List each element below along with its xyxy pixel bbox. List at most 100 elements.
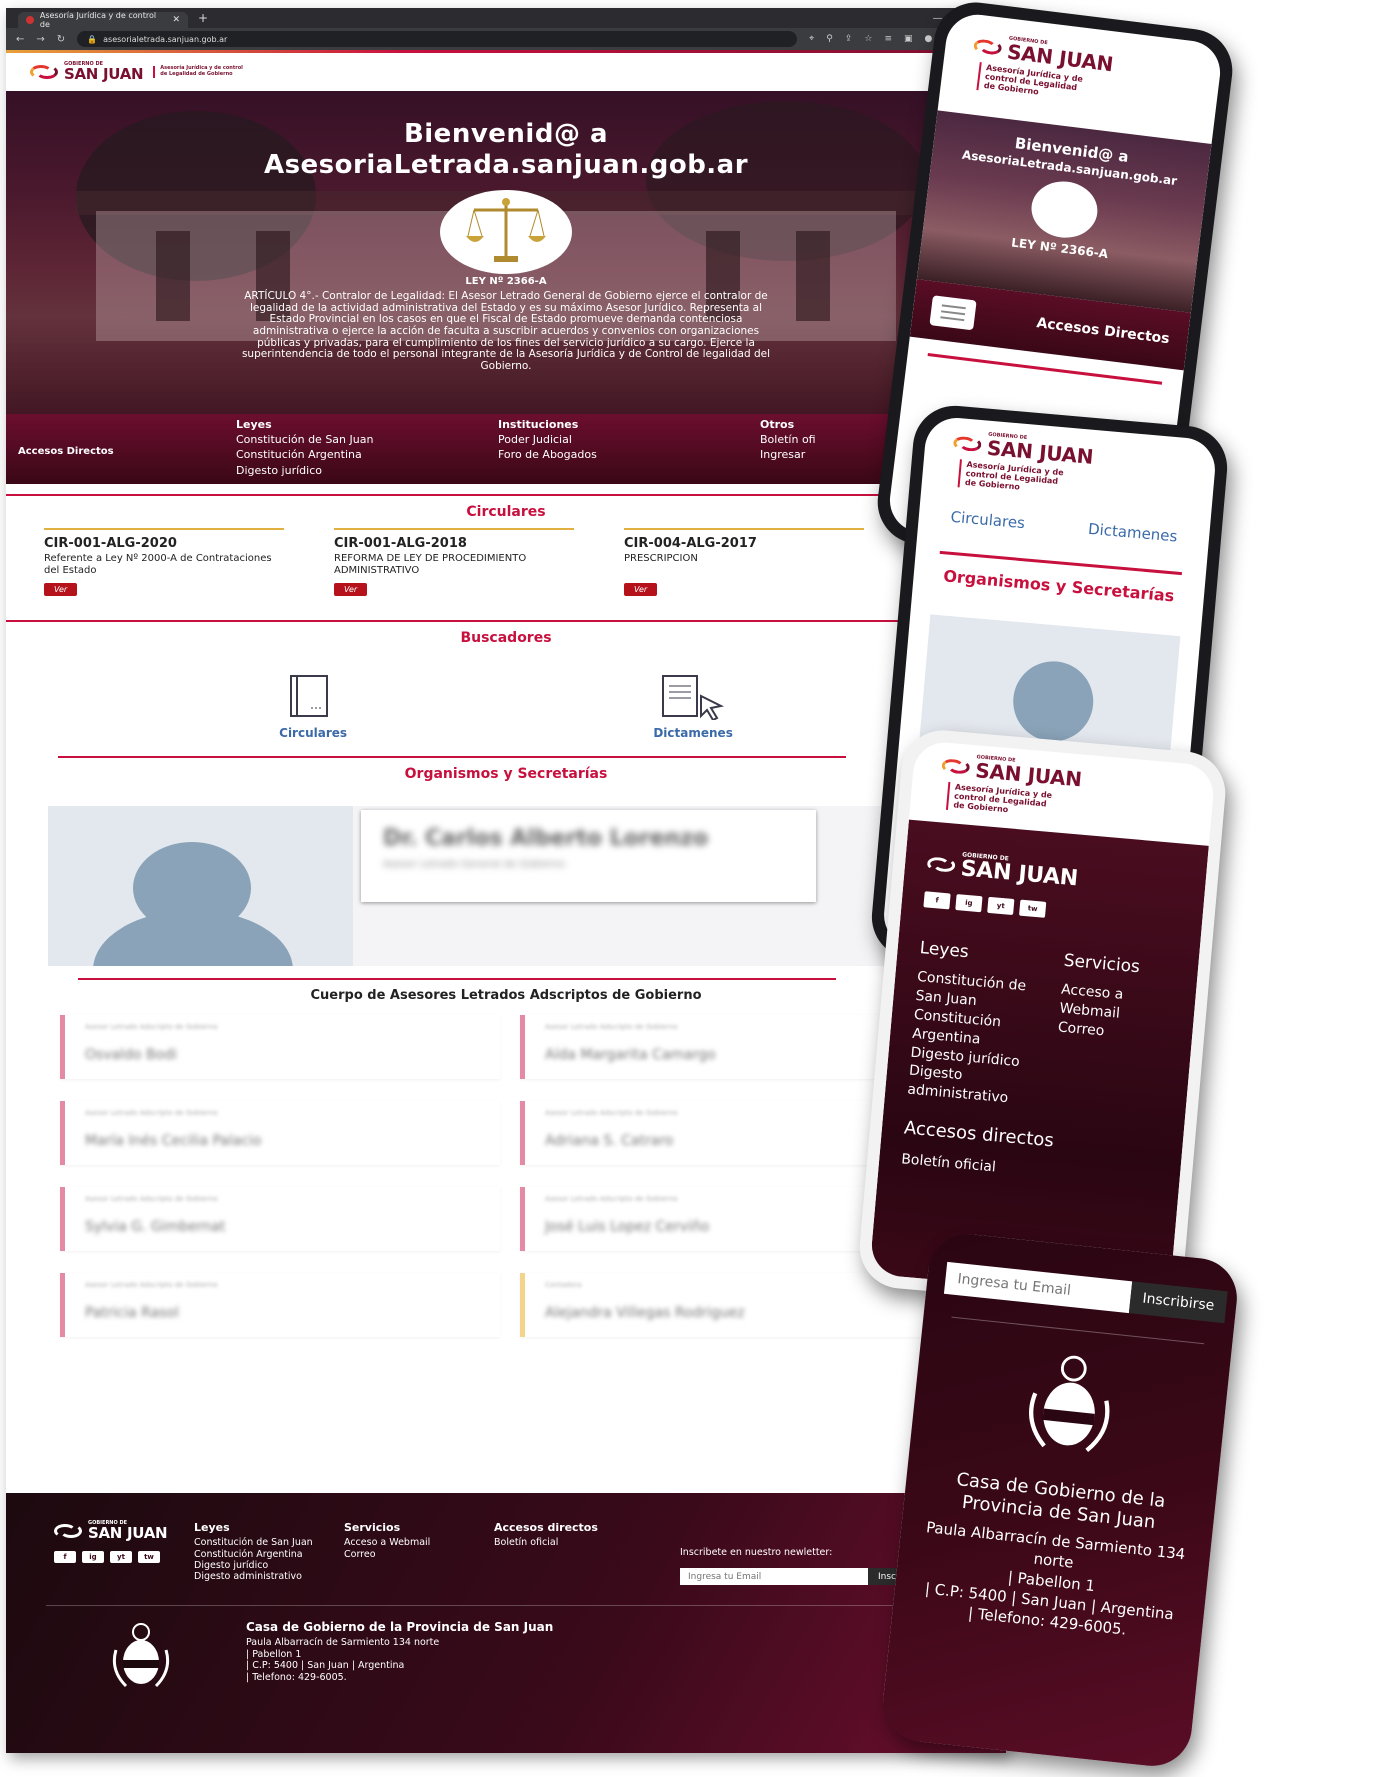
mobile-footer-servicios: Servicios Acceso a Webmail Correo	[1050, 950, 1178, 1123]
twitch-icon[interactable]: tw	[138, 1551, 160, 1563]
ver-button[interactable]: Ver	[44, 583, 78, 596]
browser-tab[interactable]: Asesoría Jurídica y de control de ✕	[18, 11, 188, 29]
asesor-name: Patricia Rasol	[85, 1305, 179, 1321]
youtube-icon[interactable]: yt	[110, 1551, 132, 1563]
footer-link[interactable]: Constitución Argentina	[194, 1549, 324, 1560]
circular-card: CIR-004-ALG-2017 PRESCRIPCION Ver	[624, 528, 864, 596]
accesos-directos-bar: Accesos Directos Leyes Constitución de S…	[6, 414, 1006, 484]
facebook-icon[interactable]: f	[923, 891, 951, 910]
tab-circulares[interactable]: Circulares	[950, 508, 1026, 532]
link-constitucion-arg[interactable]: Constitución Argentina	[236, 447, 498, 462]
asesor-card: Asesor Letrado Adscripto de Gobierno Osva…	[60, 1015, 500, 1079]
hero-article-text: ARTÍCULO 4°.- Contralor de Legalidad: El…	[241, 290, 771, 372]
ver-button[interactable]: Ver	[624, 583, 658, 596]
bookmark-star-icon[interactable]: ☆	[864, 34, 872, 44]
asesor-role: Asesor Letrado Adscripto de Gobierno	[85, 1281, 218, 1289]
section-divider	[6, 620, 1006, 622]
instagram-icon[interactable]: ig	[82, 1551, 104, 1563]
location-icon[interactable]: ⌖	[809, 34, 814, 44]
footer-address: Casa de Gobierno de la Provincia de San …	[246, 1620, 553, 1692]
hamburger-menu-icon[interactable]	[929, 295, 977, 331]
mobile-footer-leyes: Leyes Constitución de San Juan Constituc…	[907, 937, 1035, 1110]
footer-servicios-title: Servicios	[1062, 950, 1141, 978]
accesos-otros: Otros Boletín ofi Ingresar	[760, 418, 860, 484]
swirl-logo-icon	[54, 1521, 84, 1541]
avatar-placeholder-icon	[48, 806, 353, 966]
address-line: | C.P: 5400 | San Juan | Argentina	[246, 1660, 405, 1672]
circular-desc: PRESCRIPCION	[624, 553, 698, 564]
asesor-info-card: Dr. Carlos Alberto Lorenzo Asesor Letrad…	[361, 810, 816, 902]
mobile-hero: Bienvenid@ a AsesoriaLetrada.sanjuan.gob…	[916, 110, 1212, 313]
profile-icon[interactable]: ●	[925, 34, 933, 44]
provincial-seal-icon	[112, 1623, 170, 1688]
asesor-role: Asesor Letrado Adscripto de Gobierno	[85, 1023, 218, 1031]
newsletter-email-input[interactable]	[943, 1261, 1133, 1314]
subscribe-button[interactable]: Inscribirse	[1128, 1281, 1228, 1324]
buscador-circulares[interactable]: Circulares	[279, 674, 347, 740]
san-juan-logo[interactable]: GOBIERNO DE SAN JUAN	[30, 62, 144, 82]
asesor-role: Asesor Letrado General de Gobierno	[383, 859, 565, 870]
link-foro-abogados[interactable]: Foro de Abogados	[498, 447, 760, 462]
buscadores-list: Circulares Dictamenes	[6, 654, 1006, 740]
asesor-role: Asesor Letrado Adscripto de Gobierno	[85, 1195, 218, 1203]
footer-link[interactable]: Acceso a Webmail	[344, 1537, 474, 1548]
address-bar[interactable]: 🔒 asesorialetrada.sanjuan.gob.ar	[77, 31, 798, 47]
media-icon[interactable]: ≡	[884, 34, 892, 44]
share-icon[interactable]: ⇪	[845, 34, 853, 44]
accesos-title: Accesos Directos	[18, 445, 114, 457]
buscador-dictamenes[interactable]: Dictamenes	[653, 674, 733, 740]
link-ingresar[interactable]: Ingresar	[760, 447, 860, 462]
instagram-icon[interactable]: ig	[955, 894, 983, 913]
browser-tab-strip: Asesoría Jurídica y de control de ✕ + — …	[6, 8, 1006, 29]
newsletter-email-input[interactable]	[680, 1568, 868, 1585]
favicon-icon	[26, 16, 34, 24]
footer-link[interactable]: Digesto jurídico	[194, 1560, 324, 1571]
footer-accesos-title: Accesos directos	[494, 1521, 598, 1534]
link-poder-judicial[interactable]: Poder Judicial	[498, 432, 760, 447]
zoom-icon[interactable]: ⚲	[826, 34, 833, 44]
document-folder-icon	[290, 675, 329, 717]
youtube-icon[interactable]: yt	[987, 896, 1015, 916]
footer-link[interactable]: Digesto administrativo	[194, 1571, 324, 1582]
sidepanel-icon[interactable]: ▣	[904, 34, 913, 44]
accesos-leyes-title: Leyes	[236, 418, 272, 431]
footer-link[interactable]: Correo	[344, 1549, 474, 1560]
desktop-browser-window: Asesoría Jurídica y de control de ✕ + — …	[6, 8, 1006, 1753]
link-boletin[interactable]: Boletín ofi	[760, 432, 860, 447]
circular-code: CIR-001-ALG-2020	[44, 536, 177, 551]
footer-link[interactable]: Constitución de San Juan	[194, 1537, 324, 1548]
tab-dictamenes[interactable]: Dictamenes	[1087, 520, 1178, 546]
justice-scale-icon	[440, 190, 572, 275]
social-links: f ig yt tw	[923, 891, 1182, 930]
asesor-name: Osvaldo Bodi	[85, 1047, 177, 1063]
circular-desc: REFORMA DE LEY DE PROCEDIMIENTO ADMINIST…	[334, 553, 527, 576]
circular-card: CIR-001-ALG-2018 REFORMA DE LEY DE PROCE…	[334, 528, 574, 596]
asesor-general-card: Dr. Carlos Alberto Lorenzo Asesor Letrad…	[48, 806, 988, 966]
ver-button[interactable]: Ver	[334, 583, 368, 596]
document-click-icon	[662, 675, 725, 720]
address-title: Casa de Gobierno de la Provincia de San …	[246, 1620, 554, 1634]
logo-name-text: SAN JUAN	[88, 1524, 168, 1542]
link-constitucion-sj[interactable]: Constitución de San Juan	[236, 432, 498, 447]
asesores-grid: Asesor Letrado Adscripto de Gobierno Osva…	[6, 1015, 1006, 1337]
accesos-label[interactable]: Accesos Directos	[1036, 315, 1171, 347]
footer-logo: GOBIERNO DE SAN JUAN f ig yt tw	[54, 1521, 174, 1585]
cuerpo-title: Cuerpo de Asesores Letrados Adscriptos d…	[310, 988, 702, 1003]
asesor-name: Sylvia G. Gimbernat	[85, 1219, 226, 1235]
close-tab-icon[interactable]: ✕	[172, 15, 180, 25]
asesor-card: Asesor Letrado Adscripto de Gobierno Patr…	[60, 1273, 500, 1337]
footer-link[interactable]: Boletín oficial	[494, 1537, 624, 1548]
section-divider	[78, 978, 836, 980]
section-divider	[6, 494, 1006, 496]
asesor-role: Asesor Letrado Adscripto de Gobierno	[85, 1109, 218, 1117]
back-icon[interactable]: ←	[16, 34, 24, 45]
facebook-icon[interactable]: f	[54, 1551, 76, 1563]
accesos-leyes: Leyes Constitución de San Juan Constituc…	[236, 418, 498, 484]
new-tab-icon[interactable]: +	[198, 11, 208, 25]
forward-icon[interactable]: →	[36, 34, 44, 45]
reload-icon[interactable]: ↻	[57, 34, 65, 45]
buscadores-title: Buscadores	[460, 630, 552, 646]
link-digesto[interactable]: Digesto jurídico	[236, 463, 498, 478]
twitch-icon[interactable]: tw	[1019, 899, 1047, 918]
swirl-logo-icon	[941, 755, 973, 778]
